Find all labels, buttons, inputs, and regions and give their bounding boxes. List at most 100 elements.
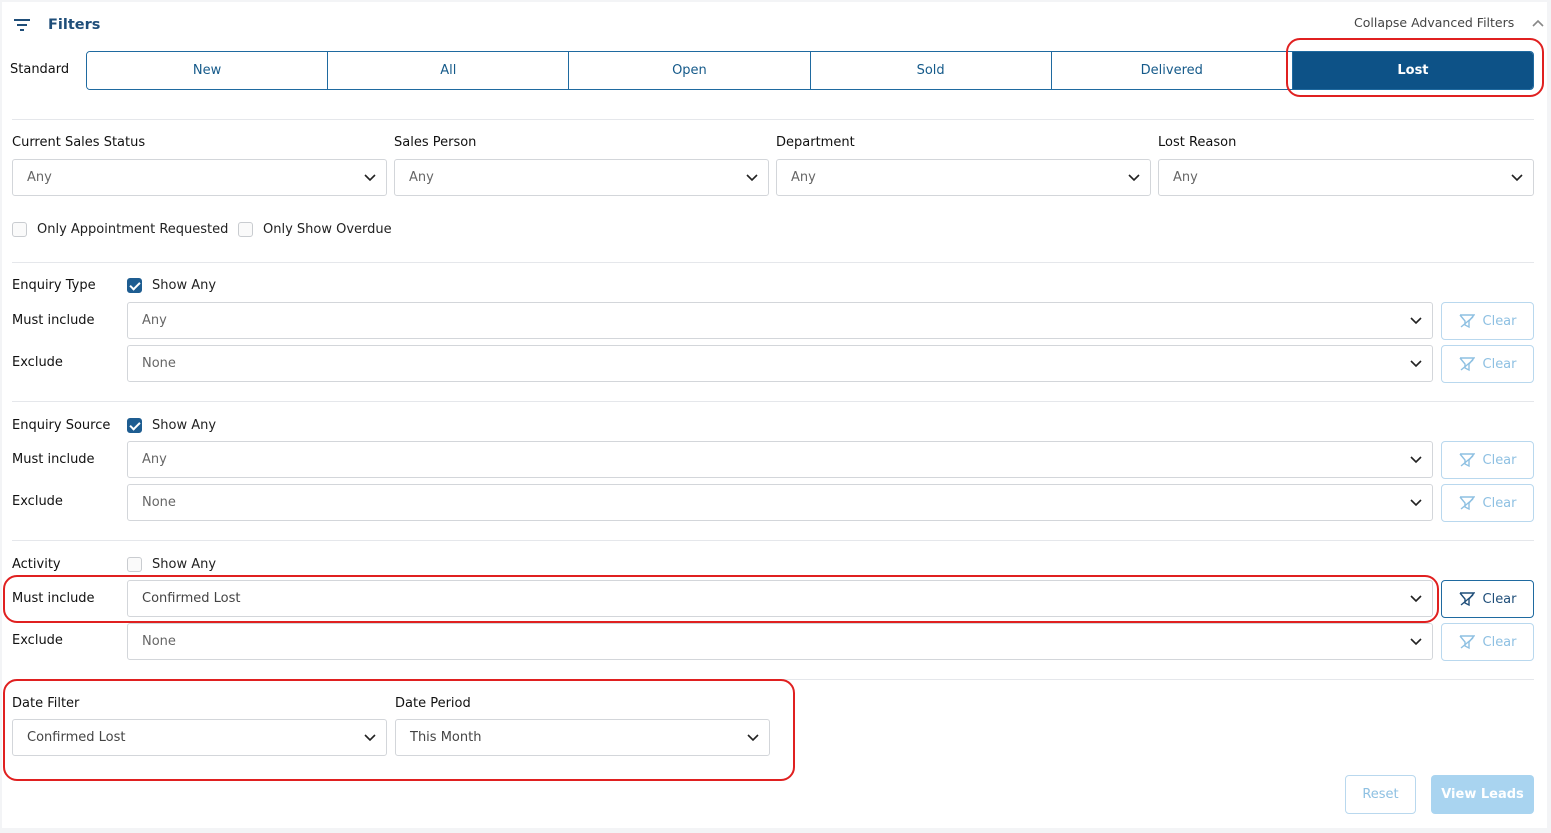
must-include-label: Must include: [12, 452, 95, 467]
enquiry-source-show-any-checkbox[interactable]: Show Any: [127, 418, 216, 433]
sales-person-value: Any: [409, 170, 434, 185]
enquiry-type-show-any-checkbox[interactable]: Show Any: [127, 278, 216, 293]
activity-exclude-clear-button[interactable]: Clear: [1441, 623, 1534, 661]
activity-exclude-select[interactable]: None: [127, 623, 1433, 660]
standard-label: Standard: [10, 62, 70, 77]
must-include-label: Must include: [12, 591, 95, 606]
tab-delivered[interactable]: Delivered: [1051, 52, 1293, 89]
enquiry-type-exclude-clear-button[interactable]: Clear: [1441, 345, 1534, 383]
chevron-down-icon: [1410, 594, 1422, 602]
checkbox-box[interactable]: [127, 557, 142, 572]
clear-label: Clear: [1482, 313, 1517, 329]
sales-person-label: Sales Person: [394, 135, 477, 150]
filter-clear-icon: [1458, 314, 1475, 329]
tab-new[interactable]: New: [87, 52, 329, 89]
chevron-down-icon: [1128, 173, 1140, 181]
lost-reason-label: Lost Reason: [1158, 135, 1237, 150]
tab-lost[interactable]: Lost: [1292, 52, 1533, 89]
chevron-down-icon: [746, 173, 758, 181]
clear-label: Clear: [1482, 452, 1517, 468]
divider: [12, 679, 1534, 680]
enquiry-source-exclude-value: None: [142, 495, 176, 510]
department-select[interactable]: Any: [776, 159, 1151, 196]
date-filter-label: Date Filter: [12, 696, 80, 711]
date-period-label: Date Period: [395, 696, 471, 711]
date-filter-value: Confirmed Lost: [27, 730, 126, 745]
collapse-advanced-filters-button[interactable]: Collapse Advanced Filters: [1354, 15, 1544, 30]
lost-reason-select[interactable]: Any: [1158, 159, 1534, 196]
filter-clear-icon: [1458, 635, 1475, 650]
chevron-down-icon: [364, 173, 376, 181]
enquiry-type-must-include-select[interactable]: Any: [127, 302, 1433, 339]
only-show-overdue-checkbox[interactable]: Only Show Overdue: [238, 222, 392, 237]
filter-clear-icon: [1458, 496, 1475, 511]
enquiry-source-exclude-clear-button[interactable]: Clear: [1441, 484, 1534, 522]
enquiry-type-exclude-select[interactable]: None: [127, 345, 1433, 382]
show-any-label: Show Any: [152, 557, 217, 572]
exclude-label: Exclude: [12, 355, 63, 370]
filter-clear-icon: [1458, 453, 1475, 468]
divider: [12, 540, 1534, 541]
show-any-label: Show Any: [152, 278, 217, 293]
tab-open[interactable]: Open: [569, 52, 811, 89]
filters-title: Filters: [48, 17, 101, 33]
activity-must-include-select[interactable]: Confirmed Lost: [127, 580, 1433, 617]
enquiry-type-label: Enquiry Type: [12, 278, 96, 293]
checkbox-box[interactable]: [127, 278, 142, 293]
activity-exclude-value: None: [142, 634, 176, 649]
chevron-down-icon: [1511, 173, 1523, 181]
checkbox-box[interactable]: [127, 418, 142, 433]
enquiry-source-must-include-clear-button[interactable]: Clear: [1441, 441, 1534, 479]
must-include-label: Must include: [12, 313, 95, 328]
enquiry-source-label: Enquiry Source: [12, 418, 111, 433]
enquiry-type-must-include-clear-button[interactable]: Clear: [1441, 302, 1534, 340]
chevron-up-icon: [1532, 19, 1544, 27]
current-sales-status-select[interactable]: Any: [12, 159, 387, 196]
checkbox-box[interactable]: [238, 222, 253, 237]
tab-all[interactable]: All: [328, 52, 570, 89]
clear-label: Clear: [1482, 495, 1517, 511]
checkbox-box[interactable]: [12, 222, 27, 237]
chevron-down-icon: [1410, 637, 1422, 645]
current-sales-status-value: Any: [27, 170, 52, 185]
department-label: Department: [776, 135, 855, 150]
exclude-label: Exclude: [12, 494, 63, 509]
filter-clear-icon: [1458, 357, 1475, 372]
divider: [12, 401, 1534, 402]
filter-lines-icon[interactable]: [12, 17, 32, 33]
only-appointment-requested-checkbox[interactable]: Only Appointment Requested: [12, 222, 228, 237]
activity-must-include-clear-button[interactable]: Clear: [1441, 580, 1534, 618]
only-show-overdue-label: Only Show Overdue: [263, 222, 392, 237]
date-filter-select[interactable]: Confirmed Lost: [12, 719, 387, 756]
show-any-label: Show Any: [152, 418, 217, 433]
collapse-label: Collapse Advanced Filters: [1354, 15, 1515, 30]
divider: [12, 119, 1534, 120]
chevron-down-icon: [1410, 316, 1422, 324]
standard-tabs: New All Open Sold Delivered Lost: [86, 51, 1534, 90]
department-value: Any: [791, 170, 816, 185]
activity-label: Activity: [12, 557, 61, 572]
filters-panel: [2, 2, 1547, 828]
view-leads-button[interactable]: View Leads: [1431, 775, 1534, 814]
enquiry-source-exclude-select[interactable]: None: [127, 484, 1433, 521]
chevron-down-icon: [747, 733, 759, 741]
reset-button[interactable]: Reset: [1345, 775, 1416, 814]
enquiry-source-must-include-select[interactable]: Any: [127, 441, 1433, 478]
divider: [12, 262, 1534, 263]
chevron-down-icon: [364, 733, 376, 741]
chevron-down-icon: [1410, 359, 1422, 367]
filter-clear-icon: [1458, 592, 1475, 607]
sales-person-select[interactable]: Any: [394, 159, 769, 196]
current-sales-status-label: Current Sales Status: [12, 135, 146, 150]
enquiry-type-exclude-value: None: [142, 356, 176, 371]
chevron-down-icon: [1410, 498, 1422, 506]
clear-label: Clear: [1482, 356, 1517, 372]
activity-show-any-checkbox[interactable]: Show Any: [127, 557, 216, 572]
lost-reason-value: Any: [1173, 170, 1198, 185]
tab-sold[interactable]: Sold: [810, 52, 1052, 89]
only-appointment-requested-label: Only Appointment Requested: [37, 222, 229, 237]
enquiry-type-must-include-value: Any: [142, 313, 167, 328]
date-period-select[interactable]: This Month: [395, 719, 770, 756]
activity-must-include-value: Confirmed Lost: [142, 591, 241, 606]
enquiry-source-must-include-value: Any: [142, 452, 167, 467]
